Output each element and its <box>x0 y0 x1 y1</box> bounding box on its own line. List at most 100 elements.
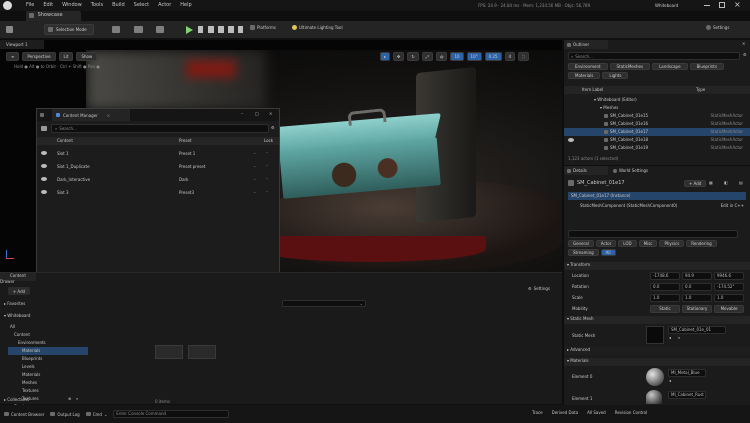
minimize-icon[interactable] <box>704 5 710 6</box>
menu-tools[interactable]: Tools <box>91 2 103 8</box>
collections-add-icon[interactable]: ⊕ <box>68 396 71 401</box>
static-mesh-section-header[interactable]: ▾ Static Mesh <box>564 316 750 324</box>
material0-browse-icon[interactable]: ◂ <box>669 378 671 383</box>
outliner-settings-icon[interactable]: ⚙ <box>743 52 747 57</box>
cm-row-2[interactable]: Dark_Interactive Dark ⌄ – <box>37 175 279 185</box>
category-tab[interactable]: Rendering <box>686 240 717 247</box>
collections-header[interactable]: ▸ Collections <box>4 397 29 402</box>
tree-item[interactable]: Meshes <box>8 379 88 387</box>
details-grid-icon[interactable]: ▦ <box>709 180 713 185</box>
location-x-field[interactable]: -1748.6 <box>650 272 680 280</box>
outliner-row-selected[interactable]: SM_Cabinet_01e17 StaticMeshActor <box>564 128 750 136</box>
step-icon[interactable] <box>198 26 203 33</box>
tree-item[interactable]: All <box>8 323 88 331</box>
favorites-header[interactable]: ▸ Favorites <box>4 301 25 306</box>
col-item-label[interactable]: Item Label <box>582 87 603 92</box>
console-input[interactable]: Enter Console Command <box>113 410 230 418</box>
chevron-down-icon[interactable]: ⌄ <box>253 176 256 181</box>
lock-icon[interactable]: – <box>266 150 268 155</box>
level-tab[interactable]: Showcase <box>26 11 81 21</box>
lock-icon[interactable]: – <box>266 189 268 194</box>
lit-button[interactable]: Lit <box>58 52 74 61</box>
eye-icon[interactable] <box>41 151 47 155</box>
outliner-close-icon[interactable]: × <box>742 41 745 46</box>
details-add-button[interactable]: + Add <box>684 180 707 187</box>
perspective-button[interactable]: Perspective <box>22 52 56 61</box>
tree-item-selected[interactable]: Materials <box>8 347 88 355</box>
chevron-down-icon[interactable]: ⌄ <box>253 189 256 194</box>
category-tab[interactable]: General <box>568 240 594 247</box>
add-button[interactable]: + Add <box>8 287 30 295</box>
show-button[interactable]: Show <box>76 52 98 61</box>
asset-thumbnail[interactable] <box>188 345 216 359</box>
rotation-y-field[interactable]: 0.0 <box>682 283 712 291</box>
scale-x-field[interactable]: 1.0 <box>650 294 680 302</box>
lock-icon[interactable]: – <box>266 163 268 168</box>
rotation-snap-button[interactable]: 10° <box>466 52 482 61</box>
scale-snap-button[interactable]: 0.25 <box>484 52 502 61</box>
world-settings-tab[interactable]: World Settings <box>610 166 648 175</box>
collections-search-icon[interactable]: ⌕ <box>76 396 78 401</box>
eject-icon[interactable] <box>228 26 234 33</box>
col-preset[interactable]: Preset <box>179 138 191 143</box>
component-root[interactable]: SM_Cabinet_01e17 (Instance) <box>568 192 746 200</box>
more-options-icon[interactable] <box>238 26 243 33</box>
category-tab[interactable]: Streaming <box>568 249 599 256</box>
tree-item[interactable]: Environments <box>8 339 88 347</box>
rotation-x-field[interactable]: 0.0 <box>650 283 680 291</box>
cm-minimize-icon[interactable]: – <box>241 111 243 116</box>
rotation-z-field[interactable]: -174.52° <box>714 283 744 291</box>
materials-section-header[interactable]: ▾ Materials <box>564 358 750 366</box>
grid-snap-button[interactable]: 10 <box>450 52 464 61</box>
camera-icon[interactable] <box>41 126 47 131</box>
pause-icon[interactable] <box>208 26 214 33</box>
category-tab[interactable]: Misc <box>638 240 658 247</box>
outliner-eye-icon[interactable] <box>568 138 574 142</box>
category-tab-active[interactable]: All <box>600 249 616 256</box>
tree-item[interactable]: Content <box>8 331 88 339</box>
settings-button[interactable]: Settings <box>706 25 729 30</box>
category-tab[interactable]: LOD <box>618 240 637 247</box>
output-log-toggle[interactable]: Output Log <box>50 412 80 417</box>
camera-speed-button[interactable]: 4 <box>504 52 516 61</box>
cm-settings-gear-icon[interactable]: ⚙ <box>271 125 275 130</box>
category-tab[interactable]: Actor <box>595 240 617 247</box>
cm-row-1[interactable]: Slot 1_Duplicate Preset preset ⌄ – <box>37 162 279 172</box>
browse-icon[interactable]: ◂ <box>669 335 671 340</box>
mobility-static[interactable]: Static <box>650 305 680 313</box>
tree-item[interactable]: Textures <box>8 387 88 395</box>
tree-item[interactable]: Blueprints <box>8 355 88 363</box>
category-tab[interactable]: Physics <box>659 240 685 247</box>
chevron-down-icon[interactable]: ⌄ <box>253 150 256 155</box>
menu-help[interactable]: Help <box>180 2 191 8</box>
chevron-down-icon[interactable]: ⌄ <box>253 163 256 168</box>
menu-window[interactable]: Window <box>62 2 82 8</box>
edit-cpp-link[interactable]: Edit in C++ <box>721 202 744 210</box>
menu-actor[interactable]: Actor <box>158 2 171 8</box>
cm-maximize-icon[interactable]: □ <box>255 111 259 116</box>
asset-thumbnail[interactable] <box>155 345 183 359</box>
play-icon[interactable] <box>186 26 193 34</box>
scale-tool-button[interactable]: ⤢ <box>421 52 433 61</box>
platforms-button[interactable]: Platforms <box>250 25 276 30</box>
cm-row-0[interactable]: Slot 1 Preset 1 ⌄ – <box>37 149 279 159</box>
stop-icon[interactable] <box>218 26 224 33</box>
cmd-dropdown[interactable]: Cmd ⌄ <box>85 412 107 417</box>
world-local-button[interactable]: ◍ <box>435 52 448 61</box>
project-header[interactable]: ▾ Whiteboard <box>4 313 30 318</box>
revision-control-button[interactable]: Revision Control <box>615 410 647 415</box>
add-content-icon[interactable] <box>156 26 164 33</box>
content-manager-tab[interactable]: Content Manager × <box>52 109 131 121</box>
filter-chip[interactable]: Blueprints <box>689 63 724 70</box>
cm-row-3[interactable]: Slot 3 Preset3 ⌄ – <box>37 188 279 198</box>
outliner-folder[interactable]: ▾ Whiteboard (Editor) <box>564 96 750 104</box>
menu-select[interactable]: Select <box>134 2 149 8</box>
material0-thumbnail[interactable] <box>646 368 664 386</box>
unreal-logo-icon[interactable] <box>3 1 12 10</box>
cb-settings-button[interactable]: ⚙ Settings <box>528 286 550 291</box>
trace-button[interactable]: Trace <box>532 410 543 415</box>
derived-data-button[interactable]: Derived Data <box>552 410 579 415</box>
location-z-field[interactable]: 9946.6 <box>714 272 744 280</box>
close-icon[interactable]: × <box>734 0 741 9</box>
filter-dropdown[interactable]: ⌄ <box>282 300 366 307</box>
